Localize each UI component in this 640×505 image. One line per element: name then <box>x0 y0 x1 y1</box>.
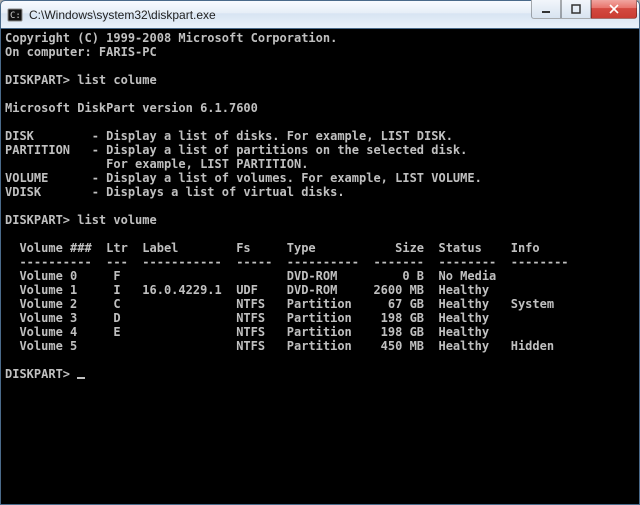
close-icon <box>608 4 620 14</box>
console-window: C: C:\Windows\system32\diskpart.exe Copy… <box>0 0 640 505</box>
maximize-button[interactable] <box>561 0 591 19</box>
close-button[interactable] <box>591 0 637 19</box>
maximize-icon <box>571 4 581 14</box>
app-icon: C: <box>7 7 23 23</box>
svg-text:C:: C: <box>10 11 21 21</box>
titlebar[interactable]: C: C:\Windows\system32\diskpart.exe <box>1 1 639 29</box>
minimize-icon <box>541 4 551 14</box>
cursor <box>77 377 85 379</box>
minimize-button[interactable] <box>531 0 561 19</box>
window-controls <box>531 0 637 19</box>
window-title: C:\Windows\system32\diskpart.exe <box>29 8 531 22</box>
console-output[interactable]: Copyright (C) 1999-2008 Microsoft Corpor… <box>1 29 639 504</box>
